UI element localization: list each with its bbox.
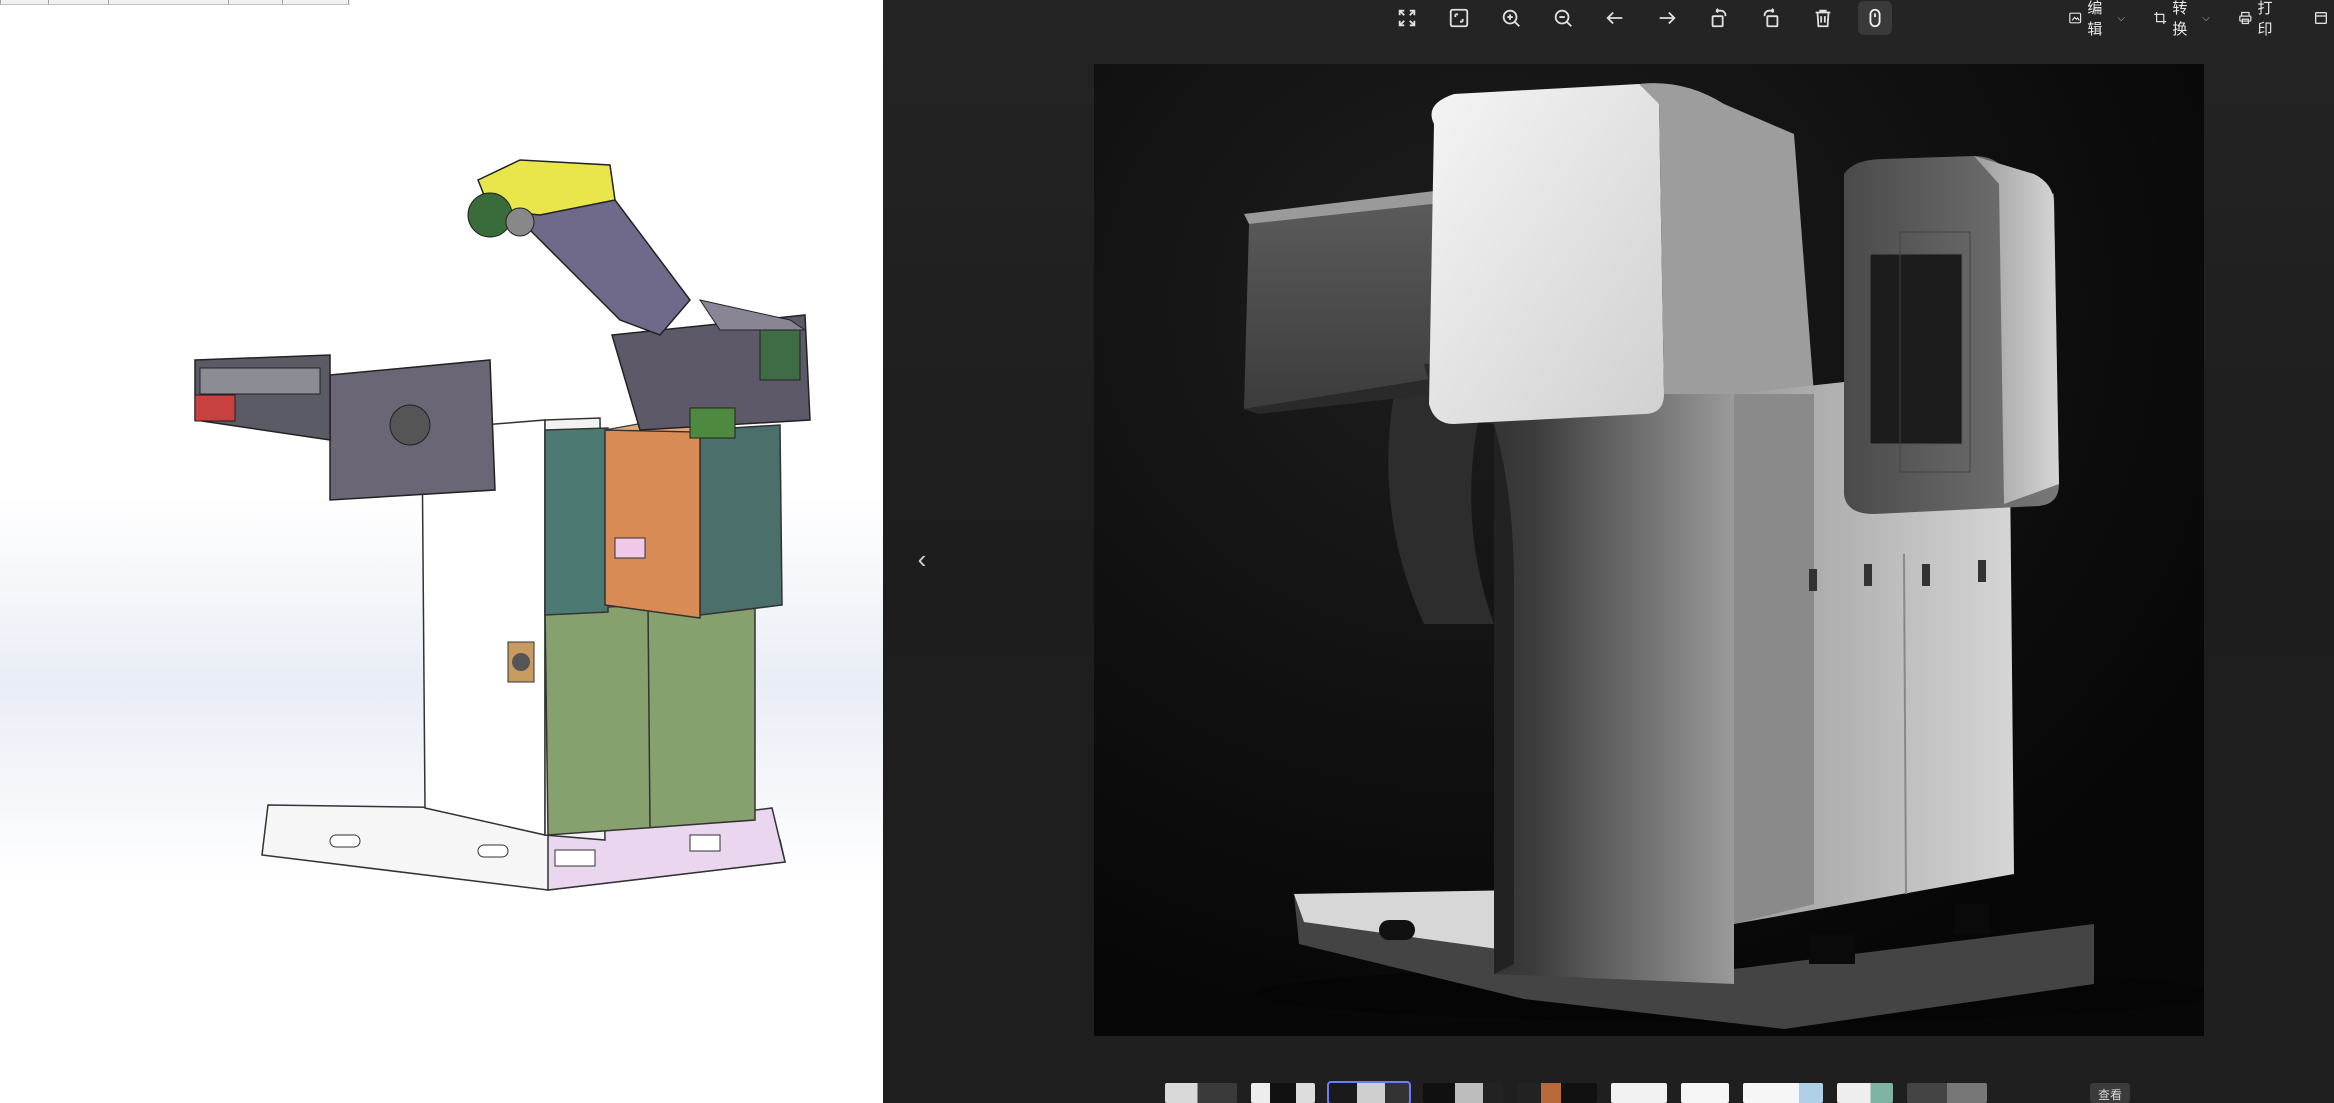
thumbnail[interactable] [1611, 1083, 1667, 1103]
thumbnail[interactable] [1165, 1083, 1237, 1103]
thumbnail[interactable] [1907, 1083, 1987, 1103]
rotate-left-button[interactable] [1702, 1, 1736, 35]
rotate-left-icon [1711, 8, 1727, 28]
arrow-left-icon [1606, 11, 1623, 25]
zoom-out-button[interactable] [1546, 1, 1580, 35]
rotate-right-icon [1763, 8, 1779, 28]
thumbnail[interactable] [1423, 1083, 1503, 1103]
thumbnail[interactable] [1251, 1083, 1315, 1103]
cad-machine-model [194, 159, 811, 891]
zoom-out-icon [1554, 9, 1572, 27]
fit-to-window-button[interactable] [1442, 1, 1476, 35]
arrow-right-icon [1659, 11, 1676, 25]
crop-icon [2154, 12, 2167, 24]
chevron-left-icon: ‹ [917, 543, 927, 574]
machine-render [1094, 64, 2204, 1036]
displayed-photo [1094, 64, 2204, 1036]
chevron-down-icon: ⌵ [2117, 12, 2125, 24]
thumbnail[interactable] [1517, 1083, 1597, 1103]
cad-viewport[interactable] [0, 0, 883, 1103]
next-image-button[interactable] [1650, 1, 1684, 35]
fullscreen-button[interactable] [1390, 1, 1424, 35]
rotate-right-button[interactable] [1754, 1, 1788, 35]
previous-image-button[interactable] [1598, 1, 1632, 35]
thumbnail-strip [1165, 1080, 2001, 1103]
chevron-down-icon: ⌵ [2202, 12, 2210, 24]
viewer-toolbar [1390, 0, 1910, 36]
delete-button[interactable] [1806, 1, 1840, 35]
trash-icon [1815, 9, 1831, 28]
fullscreen-icon [1398, 9, 1416, 27]
previous-photo-arrow[interactable]: ‹ [910, 542, 934, 576]
more-button[interactable] [2313, 10, 2334, 26]
edit-menu[interactable]: 编辑 ⌵ [2068, 0, 2125, 39]
print-label: 打印 [2257, 0, 2273, 38]
thumbnail[interactable] [1837, 1083, 1893, 1103]
view-all-button[interactable]: 查看 [2090, 1083, 2130, 1103]
mouse-icon [1869, 8, 1881, 28]
thumbnail[interactable] [1681, 1083, 1729, 1103]
zoom-in-icon [1502, 9, 1520, 27]
convert-menu[interactable]: 转换 ⌵ [2153, 0, 2210, 39]
convert-label: 转换 [2172, 0, 2188, 38]
image-edit-icon [2069, 12, 2082, 24]
zoom-in-button[interactable] [1494, 1, 1528, 35]
edit-label: 编辑 [2087, 0, 2103, 38]
mouse-mode-button[interactable] [1858, 1, 1892, 35]
fit-to-window-icon [1449, 8, 1469, 28]
printer-icon [2239, 11, 2252, 25]
viewer-menu: 编辑 ⌵ 转换 ⌵ 打印 [2068, 0, 2334, 39]
print-button[interactable]: 打印 [2238, 0, 2285, 39]
window-icon [2315, 12, 2328, 24]
thumbnail[interactable] [1743, 1083, 1823, 1103]
thumbnail-selected[interactable] [1327, 1081, 1411, 1103]
